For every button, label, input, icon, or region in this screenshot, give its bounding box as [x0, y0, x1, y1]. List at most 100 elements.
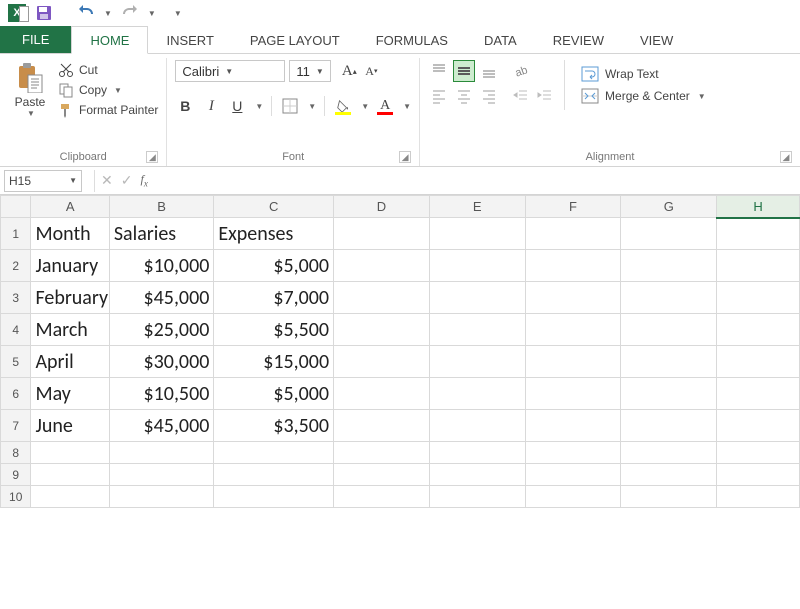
cell-C8[interactable] [214, 442, 334, 464]
cell-F6[interactable] [525, 378, 621, 410]
cell-F1[interactable] [525, 218, 621, 250]
cell-G2[interactable] [621, 250, 717, 282]
cell-G1[interactable] [621, 218, 717, 250]
row-header-6[interactable]: 6 [1, 378, 31, 410]
cell-C9[interactable] [214, 464, 334, 486]
cell-B5[interactable]: $30,000 [109, 346, 214, 378]
copy-button[interactable]: Copy ▼ [58, 82, 158, 98]
alignment-launcher[interactable]: ◢ [780, 151, 792, 163]
row-header-7[interactable]: 7 [1, 410, 31, 442]
cell-F7[interactable] [525, 410, 621, 442]
cell-D10[interactable] [334, 486, 430, 508]
worksheet[interactable]: ABCDEFGH1MonthSalariesExpenses2January$1… [0, 195, 800, 508]
row-header-10[interactable]: 10 [1, 486, 31, 508]
align-middle-button[interactable] [453, 60, 475, 82]
bold-button[interactable]: B [175, 96, 195, 116]
align-center-button[interactable] [453, 85, 475, 107]
cell-D8[interactable] [334, 442, 430, 464]
cell-H2[interactable] [717, 250, 800, 282]
decrease-indent-button[interactable] [510, 85, 532, 107]
cell-B2[interactable]: $10,000 [109, 250, 214, 282]
cell-H3[interactable] [717, 282, 800, 314]
cell-F3[interactable] [525, 282, 621, 314]
fill-color-button[interactable] [333, 97, 353, 115]
grow-font-button[interactable]: A▴ [339, 61, 359, 81]
cell-A4[interactable]: March [31, 314, 109, 346]
cell-E8[interactable] [429, 442, 525, 464]
column-header-F[interactable]: F [525, 196, 621, 218]
cell-A6[interactable]: May [31, 378, 109, 410]
cell-D1[interactable] [334, 218, 430, 250]
cell-B10[interactable] [109, 486, 214, 508]
cell-D3[interactable] [334, 282, 430, 314]
font-launcher[interactable]: ◢ [399, 151, 411, 163]
cell-B9[interactable] [109, 464, 214, 486]
clipboard-launcher[interactable]: ◢ [146, 151, 158, 163]
cell-C10[interactable] [214, 486, 334, 508]
underline-button[interactable]: U [227, 96, 247, 116]
cell-C2[interactable]: $5,000 [214, 250, 334, 282]
cell-C6[interactable]: $5,000 [214, 378, 334, 410]
paste-dropdown[interactable]: ▼ [27, 109, 35, 118]
tab-formulas[interactable]: FORMULAS [358, 27, 466, 53]
enter-formula-icon[interactable]: ✓ [121, 172, 133, 189]
cell-D7[interactable] [334, 410, 430, 442]
cell-A2[interactable]: January [31, 250, 109, 282]
wrap-text-button[interactable]: Wrap Text [581, 66, 706, 82]
underline-dropdown[interactable]: ▼ [255, 102, 263, 111]
font-color-button[interactable]: A [375, 97, 395, 115]
column-header-B[interactable]: B [109, 196, 214, 218]
formula-input[interactable] [156, 170, 800, 192]
font-name-combo[interactable]: Calibri ▼ [175, 60, 285, 82]
cell-C3[interactable]: $7,000 [214, 282, 334, 314]
row-header-4[interactable]: 4 [1, 314, 31, 346]
cell-H6[interactable] [717, 378, 800, 410]
cell-C7[interactable]: $3,500 [214, 410, 334, 442]
font-size-combo[interactable]: 11 ▼ [289, 60, 331, 82]
tab-file[interactable]: FILE [0, 26, 71, 53]
cell-A7[interactable]: June [31, 410, 109, 442]
tab-view[interactable]: VIEW [622, 27, 691, 53]
cell-D2[interactable] [334, 250, 430, 282]
increase-indent-button[interactable] [534, 85, 556, 107]
save-icon[interactable] [36, 5, 52, 21]
cell-D4[interactable] [334, 314, 430, 346]
cell-A3[interactable]: February [31, 282, 109, 314]
tab-review[interactable]: REVIEW [535, 27, 622, 53]
cell-D5[interactable] [334, 346, 430, 378]
row-header-1[interactable]: 1 [1, 218, 31, 250]
tab-page-layout[interactable]: PAGE LAYOUT [232, 27, 358, 53]
cell-G3[interactable] [621, 282, 717, 314]
align-top-button[interactable] [428, 60, 450, 82]
cell-F10[interactable] [525, 486, 621, 508]
cell-A5[interactable]: April [31, 346, 109, 378]
insert-function-button[interactable]: fx [140, 172, 147, 188]
cell-H1[interactable] [717, 218, 800, 250]
cut-button[interactable]: Cut [58, 62, 158, 78]
cell-H10[interactable] [717, 486, 800, 508]
cell-F8[interactable] [525, 442, 621, 464]
cell-E1[interactable] [429, 218, 525, 250]
cell-B7[interactable]: $45,000 [109, 410, 214, 442]
redo-dropdown[interactable]: ▼ [148, 9, 156, 18]
tab-home[interactable]: HOME [71, 26, 148, 54]
cell-G7[interactable] [621, 410, 717, 442]
qat-customize-dropdown[interactable]: ▼ [174, 9, 182, 18]
cell-E7[interactable] [429, 410, 525, 442]
cell-E10[interactable] [429, 486, 525, 508]
name-box[interactable]: H15 ▼ [4, 170, 82, 192]
copy-dropdown[interactable]: ▼ [114, 86, 122, 95]
undo-dropdown[interactable]: ▼ [104, 9, 112, 18]
tab-insert[interactable]: INSERT [148, 27, 231, 53]
row-header-3[interactable]: 3 [1, 282, 31, 314]
column-header-G[interactable]: G [621, 196, 717, 218]
align-bottom-button[interactable] [478, 60, 500, 82]
italic-button[interactable]: I [201, 96, 221, 116]
cell-C4[interactable]: $5,500 [214, 314, 334, 346]
cell-F2[interactable] [525, 250, 621, 282]
cell-G4[interactable] [621, 314, 717, 346]
cell-A8[interactable] [31, 442, 109, 464]
cell-E5[interactable] [429, 346, 525, 378]
orientation-button[interactable]: ab [510, 60, 532, 82]
cancel-formula-icon[interactable]: ✕ [101, 172, 113, 189]
